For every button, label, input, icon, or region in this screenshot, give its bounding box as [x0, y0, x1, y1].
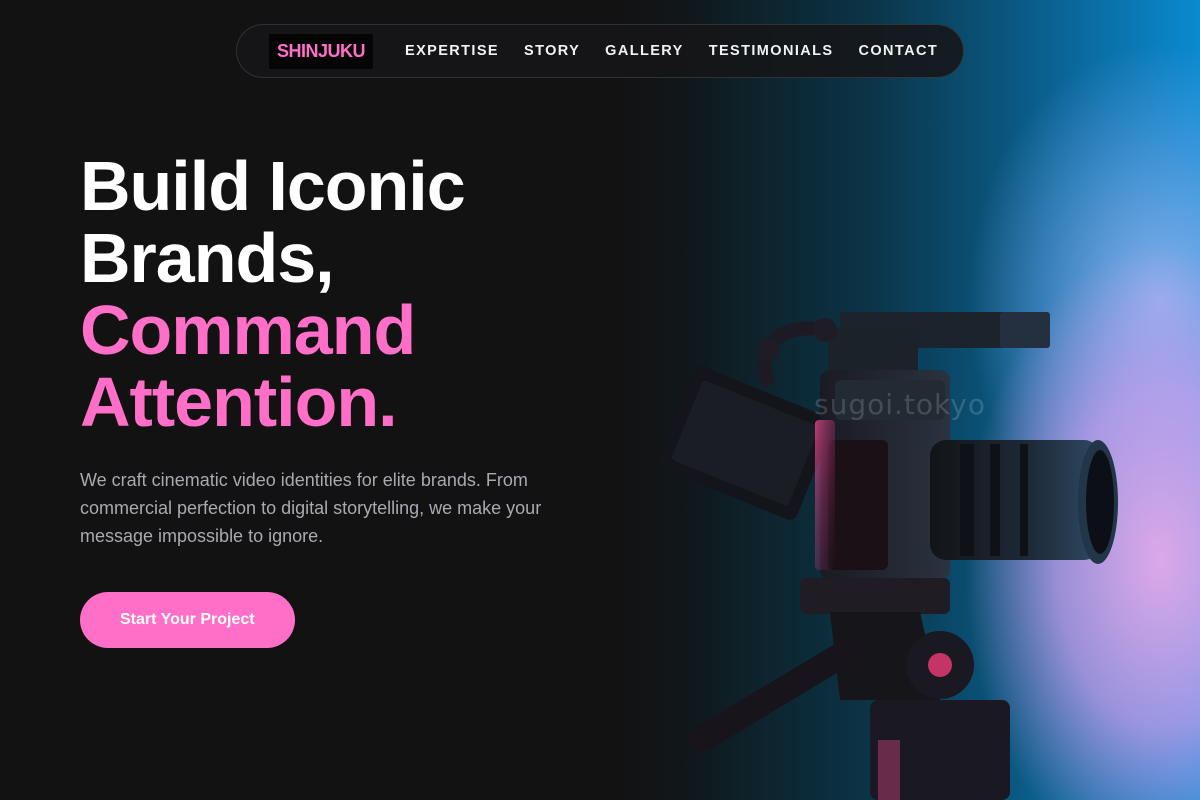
watermark-text: sugoi.tokyo [814, 388, 986, 421]
nav-link-testimonials[interactable]: TESTIMONIALS [709, 43, 834, 59]
start-project-button[interactable]: Start Your Project [80, 592, 295, 648]
hero-section: Build Iconic Brands, Command Attention. … [80, 150, 600, 648]
nav-link-expertise[interactable]: EXPERTISE [405, 43, 499, 59]
hero-image: sugoi.tokyo [600, 0, 1200, 800]
nav-link-gallery[interactable]: GALLERY [605, 43, 684, 59]
headline-line-4: Attention. [80, 363, 398, 441]
headline-line-2: Brands, [80, 219, 335, 297]
nav-link-story[interactable]: STORY [524, 43, 580, 59]
headline-line-1: Build Iconic [80, 147, 466, 225]
headline-line-3: Command [80, 291, 416, 369]
hero-subtext: We craft cinematic video identities for … [80, 470, 542, 546]
top-navigation: SHINJUKU EXPERTISE STORY GALLERY TESTIMO… [236, 24, 964, 78]
hero-headline: Build Iconic Brands, Command Attention. [80, 150, 600, 438]
nav-link-contact[interactable]: CONTACT [858, 43, 938, 59]
brand-logo[interactable]: SHINJUKU [269, 33, 374, 69]
